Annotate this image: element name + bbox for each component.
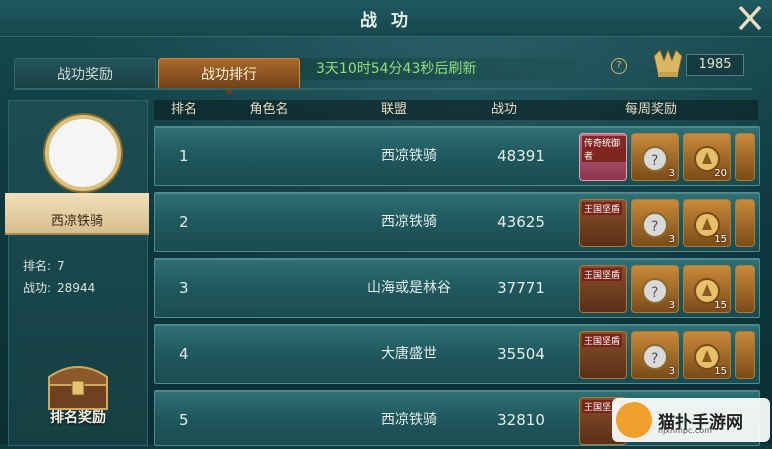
header-weekly-reward: 每周奖励 — [624, 102, 677, 117]
rank-label: 排名: — [23, 259, 52, 273]
reward-count: 3 — [668, 300, 675, 311]
row-rank: 2 — [179, 213, 189, 231]
merit-value: 28944 — [57, 281, 96, 295]
reward-badge[interactable]: 王国坚盾 — [579, 199, 627, 247]
score-display: 1985 — [650, 48, 744, 77]
reward-list: 王国坚盾 ? 3 15 — [579, 331, 755, 379]
helmet-token-icon: ? — [642, 278, 668, 304]
avatar[interactable] — [45, 115, 121, 191]
row-merit: 48391 — [497, 147, 545, 165]
player-name: 西凉铁骑 — [5, 193, 149, 235]
svg-text:?: ? — [651, 219, 658, 235]
reward-item[interactable]: ? 3 — [631, 331, 679, 379]
tab-merit-ranking[interactable]: 战功排行 — [158, 58, 300, 95]
reward-item-partial[interactable] — [735, 133, 755, 181]
reward-count: 3 — [668, 234, 675, 245]
row-rank: 3 — [179, 279, 189, 297]
row-merit: 32810 — [497, 411, 545, 429]
reward-item[interactable]: 15 — [683, 265, 731, 313]
rank-reward-button[interactable]: 排名奖励 — [9, 407, 147, 427]
reward-badge[interactable]: 王国坚盾 — [579, 331, 627, 379]
watermark-url: njxhmpc.com — [658, 426, 712, 435]
row-rank: 4 — [179, 345, 189, 363]
reward-item[interactable]: 15 — [683, 199, 731, 247]
title-bar: 战 功 — [0, 0, 772, 37]
help-icon[interactable]: ? — [611, 58, 627, 74]
treasure-chest-icon[interactable] — [39, 357, 117, 413]
site-watermark: 猫扑手游网 njxhmpc.com — [612, 398, 770, 442]
reward-count: 3 — [668, 168, 675, 179]
reward-count: 3 — [668, 366, 675, 377]
reward-list: 传奇统御者 ? 3 20 — [579, 133, 755, 181]
svg-text:?: ? — [651, 153, 658, 169]
row-alliance: 西凉铁骑 — [381, 148, 437, 164]
close-button[interactable] — [732, 0, 768, 36]
row-rank: 5 — [179, 411, 189, 429]
merit-emblem-icon — [653, 48, 683, 77]
player-panel: 西凉铁骑 排名: 7 战功: 28944 排名奖励 — [5, 100, 149, 446]
reward-count: 20 — [714, 168, 727, 179]
table-row[interactable]: 4 大唐盛世 35504 王国坚盾 ? 3 15 — [154, 324, 760, 384]
reward-badge[interactable]: 王国坚盾 — [579, 265, 627, 313]
header-rank: 排名 — [170, 102, 197, 117]
reward-item[interactable]: ? 3 — [631, 133, 679, 181]
row-alliance: 西凉铁骑 — [381, 214, 437, 230]
header-alliance: 联盟 — [380, 102, 407, 117]
row-alliance: 山海或是林谷 — [367, 280, 451, 296]
tab-merit-rewards[interactable]: 战功奖励 — [14, 58, 156, 90]
score-value: 1985 — [686, 54, 744, 76]
merit-label: 战功: — [23, 281, 52, 295]
reward-badge[interactable]: 传奇统御者 — [579, 133, 627, 181]
helmet-token-icon: ? — [642, 212, 668, 238]
svg-text:?: ? — [651, 351, 658, 367]
player-rank: 排名: 7 — [23, 257, 65, 274]
row-alliance: 西凉铁骑 — [381, 412, 437, 428]
table-row[interactable]: 1 西凉铁骑 48391 传奇统御者 ? 3 20 — [154, 126, 760, 186]
table-row[interactable]: 3 山海或是林谷 37771 王国坚盾 ? 3 15 — [154, 258, 760, 318]
reward-item[interactable]: ? 3 — [631, 265, 679, 313]
tabs-divider — [14, 88, 752, 90]
badge-label: 王国坚盾 — [582, 334, 623, 347]
watermark-logo-icon — [616, 402, 652, 438]
ranking-table-header: 排名 角色名 联盟 战功 每周奖励 — [154, 100, 758, 120]
row-merit: 37771 — [497, 279, 545, 297]
header-merit: 战功 — [490, 102, 517, 117]
reward-item[interactable]: 15 — [683, 331, 731, 379]
helmet-token-icon: ? — [642, 344, 668, 370]
badge-label: 王国坚盾 — [582, 202, 623, 215]
reward-list: 王国坚盾 ? 3 15 — [579, 199, 755, 247]
player-merit: 战功: 28944 — [23, 279, 95, 296]
row-rank: 1 — [179, 147, 189, 165]
badge-label: 王国坚盾 — [582, 268, 623, 281]
reward-item[interactable]: ? 3 — [631, 199, 679, 247]
reward-item-partial[interactable] — [735, 199, 755, 247]
reward-item[interactable]: 20 — [683, 133, 731, 181]
reward-item-partial[interactable] — [735, 265, 755, 313]
reward-count: 15 — [714, 234, 727, 245]
close-icon — [738, 5, 762, 31]
badge-label: 传奇统御者 — [582, 136, 626, 162]
header-role-name: 角色名 — [249, 102, 289, 117]
rank-value: 7 — [57, 259, 65, 273]
svg-text:?: ? — [651, 285, 658, 301]
page-title: 战 功 — [360, 11, 412, 31]
table-row[interactable]: 2 西凉铁骑 43625 王国坚盾 ? 3 15 — [154, 192, 760, 252]
row-merit: 35504 — [497, 345, 545, 363]
tab-bar: 战功奖励 战功排行 — [14, 58, 302, 95]
helmet-token-icon: ? — [642, 146, 668, 172]
reward-list: 王国坚盾 ? 3 15 — [579, 265, 755, 313]
reward-count: 15 — [714, 300, 727, 311]
reward-item-partial[interactable] — [735, 331, 755, 379]
refresh-countdown: 3天10时54分43秒后刷新 — [300, 58, 576, 80]
reward-count: 15 — [714, 366, 727, 377]
row-merit: 43625 — [497, 213, 545, 231]
row-alliance: 大唐盛世 — [381, 346, 437, 362]
